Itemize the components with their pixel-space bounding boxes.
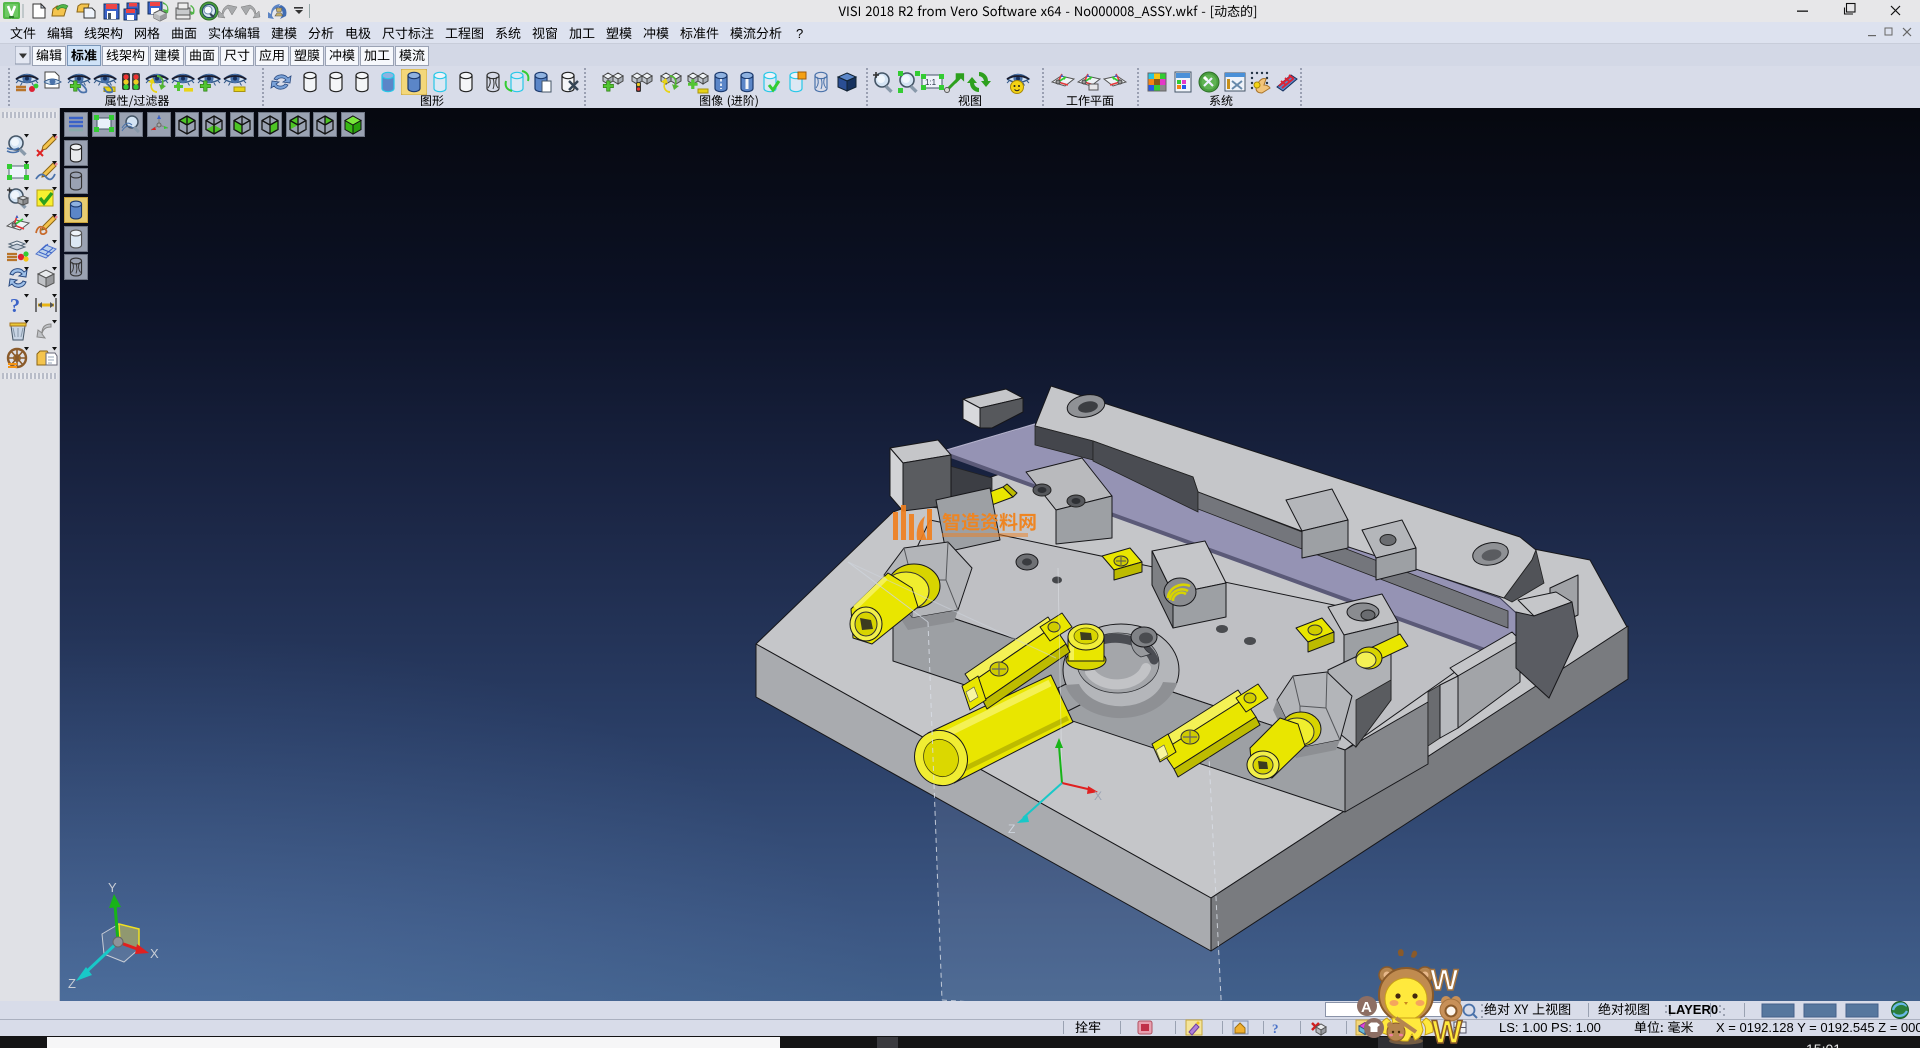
svg-text:W: W bbox=[1430, 964, 1459, 997]
svg-text:Z: Z bbox=[68, 976, 76, 991]
svg-text:Z: Z bbox=[1008, 822, 1015, 836]
svg-text:?: ? bbox=[1272, 1021, 1279, 1036]
svg-text:Y: Y bbox=[108, 880, 117, 895]
svg-text:X: X bbox=[150, 946, 159, 961]
svg-text:X: X bbox=[1094, 789, 1102, 803]
svg-text:W: W bbox=[1432, 1014, 1463, 1048]
svg-text:A: A bbox=[1361, 999, 1372, 1016]
